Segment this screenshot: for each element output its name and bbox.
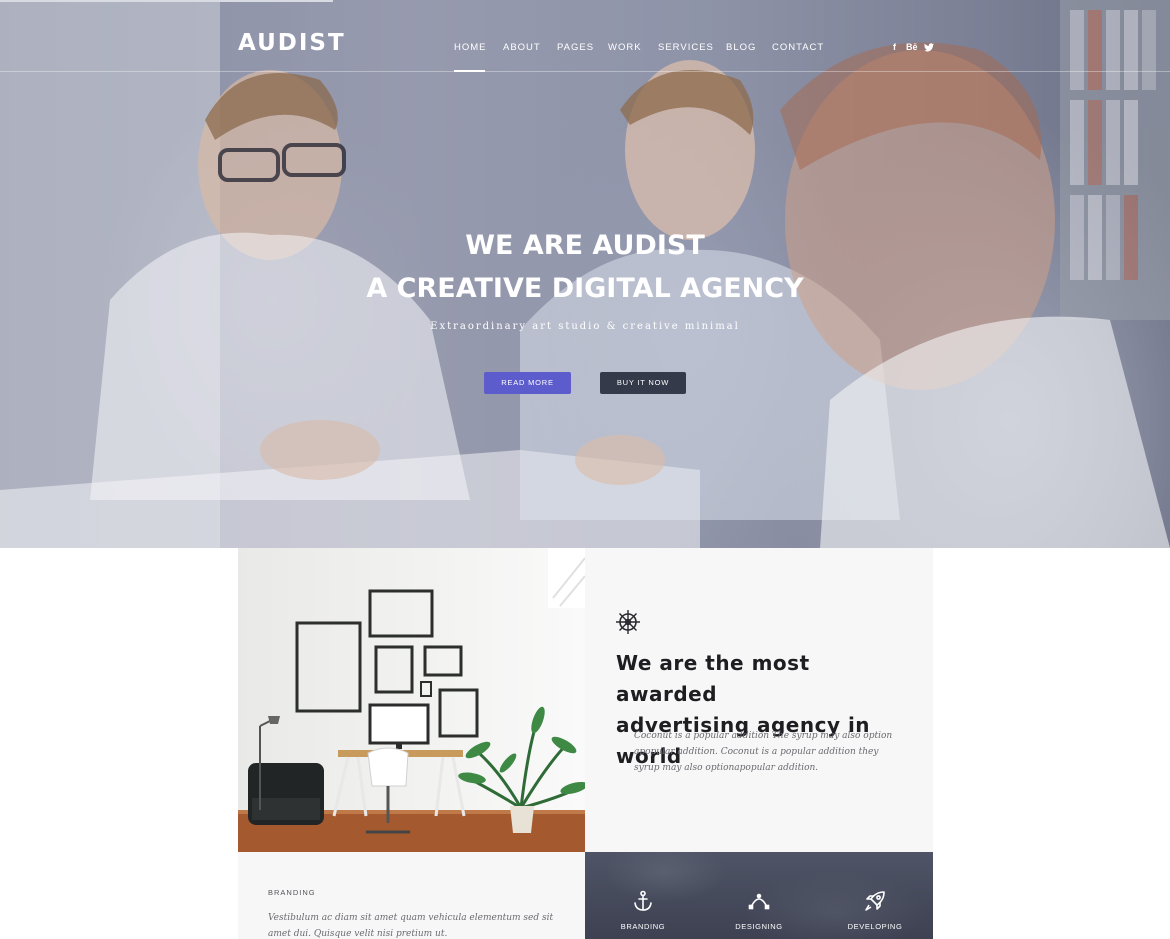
anchor-icon[interactable]	[632, 890, 654, 912]
hero-section: AUDIST HOME ABOUT PAGES WORK SERVICES BL…	[0, 0, 1170, 548]
about-heading-line1: We are the most awarded	[616, 651, 810, 706]
nav-item-home[interactable]: HOME	[454, 42, 487, 53]
service-label-designing: DESIGNING	[735, 922, 783, 931]
buy-it-now-button[interactable]: BUY IT NOW	[600, 372, 686, 394]
bezier-pen-icon[interactable]	[748, 890, 770, 912]
nav-item-services[interactable]: SERVICES	[658, 42, 714, 53]
nav-item-about[interactable]: ABOUT	[503, 42, 541, 53]
site-logo[interactable]: AUDIST	[238, 30, 346, 56]
nav-item-blog[interactable]: BLOG	[726, 42, 756, 53]
rocket-icon[interactable]	[864, 890, 886, 912]
branding-label: BRANDING	[268, 888, 316, 897]
nav-item-contact[interactable]: CONTACT	[772, 42, 824, 53]
nav-item-work[interactable]: WORK	[608, 42, 642, 53]
behance-icon[interactable]: Bē	[906, 42, 918, 52]
branding-body: Vestibulum ac diam sit amet quam vehicul…	[268, 913, 554, 939]
nav-item-pages[interactable]: PAGES	[557, 42, 594, 53]
twitter-icon[interactable]	[924, 43, 934, 54]
service-label-branding: BRANDING	[620, 922, 666, 931]
nav-active-underline	[454, 70, 485, 72]
hero-title-line2: A CREATIVE DIGITAL AGENCY	[366, 273, 804, 304]
header-bar	[0, 0, 1170, 72]
office-room-image	[238, 548, 585, 852]
hero-title-line1: WE ARE AUDIST	[465, 230, 705, 261]
read-more-button[interactable]: READ MORE	[484, 372, 571, 394]
service-label-developing: DEVELOPING	[847, 922, 903, 931]
about-body: Coconut is a popular addition The syrup …	[634, 731, 893, 773]
ship-wheel-icon	[616, 610, 640, 634]
facebook-icon[interactable]: f	[893, 42, 896, 52]
hero-subtitle: Extraordinary art studio & creative mini…	[430, 321, 740, 332]
